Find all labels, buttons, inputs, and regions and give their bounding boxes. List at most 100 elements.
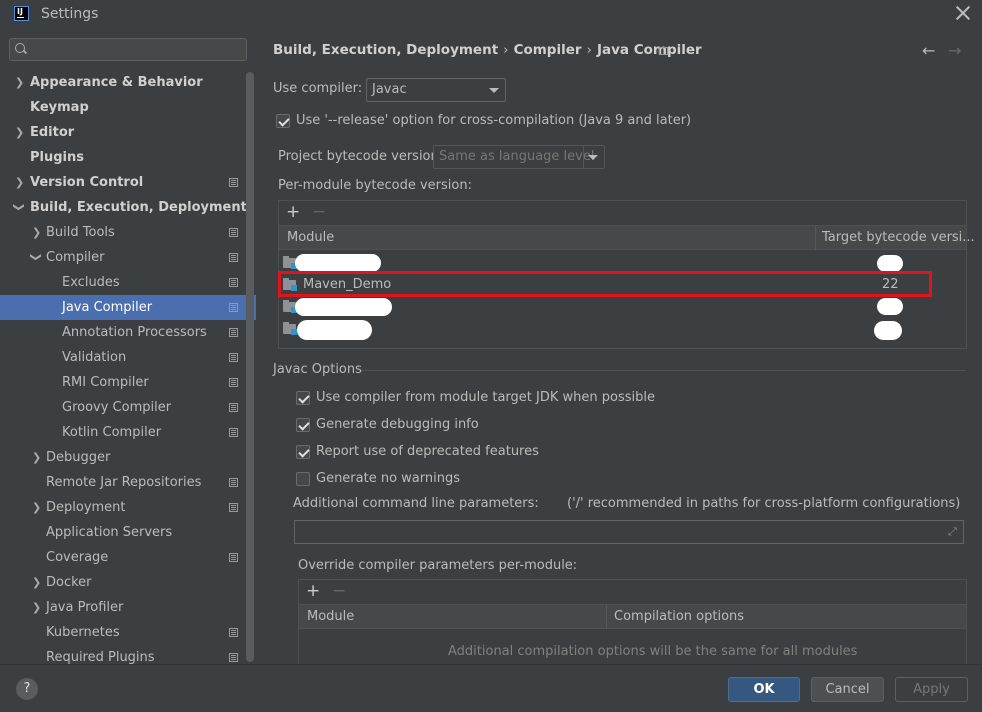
- tree-item-keymap[interactable]: Keymap: [0, 95, 256, 120]
- tree-item-deployment[interactable]: ❯ Deployment: [0, 495, 256, 520]
- table-row[interactable]: [279, 296, 966, 318]
- project-settings-icon: [229, 253, 238, 262]
- tree-item-compiler[interactable]: ❯ Compiler: [0, 245, 256, 270]
- chevron-down-icon[interactable]: ❯: [7, 203, 32, 213]
- remove-icon[interactable]: −: [312, 202, 326, 222]
- tree-item-annotation-processors[interactable]: Annotation Processors: [0, 320, 256, 345]
- tree-item-label: RMI Compiler: [62, 375, 149, 390]
- project-settings-icon: [229, 428, 238, 437]
- override-params-table: + − Module Compilation options Additiona…: [298, 579, 967, 665]
- tree-item-label: Docker: [46, 575, 92, 590]
- tree-item-label: Build Tools: [46, 225, 115, 240]
- add-icon[interactable]: +: [286, 202, 300, 222]
- tree-item-label: Editor: [30, 125, 75, 140]
- tree-item-build-execution-deployment[interactable]: ❯ Build, Execution, Deployment: [0, 195, 256, 220]
- forward-arrow-icon[interactable]: →: [948, 41, 961, 60]
- tree-item-remote-jar-repositories[interactable]: Remote Jar Repositories: [0, 470, 256, 495]
- tree-item-debugger[interactable]: ❯ Debugger: [0, 445, 256, 470]
- tree-item-validation[interactable]: Validation: [0, 345, 256, 370]
- cancel-button[interactable]: Cancel: [811, 677, 884, 702]
- tree-item-label: Appearance & Behavior: [30, 75, 203, 90]
- tree-item-docker[interactable]: ❯ Docker: [0, 570, 256, 595]
- chevron-down-icon: [588, 155, 598, 160]
- project-settings-icon: [659, 47, 668, 55]
- column-header-target[interactable]: Target bytecode versi...: [822, 226, 975, 250]
- close-icon[interactable]: [954, 4, 972, 22]
- bytecode-version-dropdown[interactable]: Same as language level: [433, 145, 605, 169]
- tree-item-label: Plugins: [30, 150, 84, 165]
- additional-params-input[interactable]: ⤢: [294, 520, 964, 544]
- settings-window: IJ Settings ❯ Appearance & Behavior Keyma…: [0, 0, 982, 712]
- use-compiler-dropdown[interactable]: Javac: [366, 78, 506, 102]
- chevron-right-icon[interactable]: ❯: [32, 220, 42, 245]
- redacted-module-name: [295, 254, 381, 272]
- tree-item-kubernetes[interactable]: Kubernetes: [0, 620, 256, 645]
- remove-icon[interactable]: −: [332, 581, 346, 601]
- chevron-right-icon[interactable]: ❯: [32, 445, 42, 470]
- column-header-options[interactable]: Compilation options: [614, 605, 744, 629]
- chevron-right-icon[interactable]: ❯: [32, 595, 42, 620]
- section-divider: [362, 370, 966, 371]
- column-header-module[interactable]: Module: [287, 226, 334, 250]
- redacted-target-version: [874, 321, 902, 340]
- chevron-right-icon[interactable]: ❯: [15, 70, 25, 95]
- javac-options-heading: Javac Options: [273, 362, 362, 377]
- chevron-right-icon[interactable]: ❯: [32, 570, 42, 595]
- release-option-checkbox[interactable]: [276, 114, 290, 128]
- expand-icon[interactable]: ⤢: [948, 526, 959, 537]
- breadcrumb: Build, Execution, Deployment › Compiler › Ja…: [273, 42, 702, 58]
- tree-item-label: Excludes: [62, 275, 120, 290]
- tree-item-label: Build, Execution, Deployment: [30, 200, 247, 215]
- apply-button[interactable]: Apply: [895, 677, 968, 702]
- no-warnings-checkbox[interactable]: [296, 472, 310, 486]
- tree-item-java-profiler[interactable]: ❯ Java Profiler: [0, 595, 256, 620]
- tree-item-label: Validation: [62, 350, 127, 365]
- help-icon[interactable]: ?: [16, 678, 38, 700]
- chevron-right-icon[interactable]: ❯: [15, 170, 25, 195]
- project-settings-icon: [229, 353, 238, 362]
- tree-item-plugins[interactable]: Plugins: [0, 145, 256, 170]
- column-header-module[interactable]: Module: [307, 605, 354, 629]
- tree-item-label: Groovy Compiler: [62, 400, 172, 415]
- chevron-right-icon[interactable]: ❯: [15, 120, 25, 145]
- debug-info-checkbox[interactable]: [296, 418, 310, 432]
- intellij-logo-icon: IJ: [14, 6, 29, 21]
- per-module-label: Per-module bytecode version:: [278, 178, 472, 193]
- project-settings-icon: [229, 628, 238, 637]
- tree-item-build-tools[interactable]: ❯ Build Tools: [0, 220, 256, 245]
- bytecode-version-value: Same as language level: [439, 149, 595, 164]
- tree-item-java-compiler[interactable]: Java Compiler: [0, 295, 256, 320]
- ok-button[interactable]: OK: [728, 677, 800, 702]
- chevron-right-icon[interactable]: ❯: [32, 495, 42, 520]
- table-row[interactable]: [279, 318, 966, 340]
- tree-item-appearance-behavior[interactable]: ❯ Appearance & Behavior: [0, 70, 256, 95]
- tree-item-kotlin-compiler[interactable]: Kotlin Compiler: [0, 420, 256, 445]
- breadcrumb-item[interactable]: Compiler: [514, 42, 582, 58]
- back-arrow-icon[interactable]: ←: [922, 41, 935, 60]
- use-module-jdk-checkbox[interactable]: [296, 391, 310, 405]
- column-divider[interactable]: [606, 605, 607, 629]
- project-settings-icon: [229, 303, 238, 312]
- redacted-target-version: [877, 255, 903, 272]
- column-divider[interactable]: [815, 226, 816, 250]
- project-settings-icon: [229, 478, 238, 487]
- sidebar-scrollbar[interactable]: [246, 72, 254, 662]
- tree-item-editor[interactable]: ❯ Editor: [0, 120, 256, 145]
- window-title: Settings: [41, 6, 99, 22]
- project-settings-icon: [229, 228, 238, 237]
- project-settings-icon: [229, 378, 238, 387]
- additional-params-label: Additional command line parameters:: [293, 496, 539, 511]
- search-input[interactable]: [9, 38, 247, 61]
- chevron-down-icon[interactable]: ❯: [24, 253, 49, 263]
- deprecated-features-checkbox[interactable]: [296, 445, 310, 459]
- tree-item-required-plugins[interactable]: Required Plugins: [0, 645, 256, 664]
- tree-item-coverage[interactable]: Coverage: [0, 545, 256, 570]
- tree-item-groovy-compiler[interactable]: Groovy Compiler: [0, 395, 256, 420]
- tree-item-excludes[interactable]: Excludes: [0, 270, 256, 295]
- breadcrumb-item[interactable]: Build, Execution, Deployment: [273, 42, 498, 58]
- tree-item-label: Kotlin Compiler: [62, 425, 162, 440]
- add-icon[interactable]: +: [306, 581, 320, 601]
- tree-item-application-servers[interactable]: Application Servers: [0, 520, 256, 545]
- tree-item-version-control[interactable]: ❯ Version Control: [0, 170, 256, 195]
- tree-item-rmi-compiler[interactable]: RMI Compiler: [0, 370, 256, 395]
